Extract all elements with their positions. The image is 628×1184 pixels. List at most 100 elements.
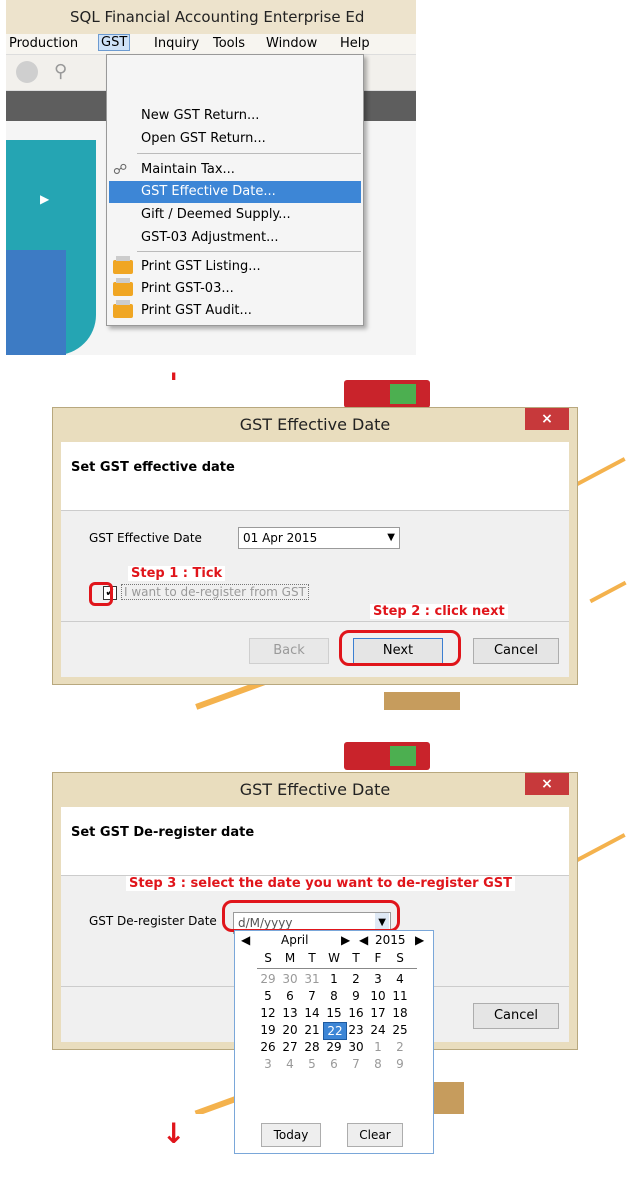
dialog-header: Set GST effective date <box>61 442 569 511</box>
clear-button[interactable]: Clear <box>347 1123 403 1147</box>
gst-dropdown-menu: New GST Return... Open GST Return... ☍ Ma… <box>106 54 364 326</box>
weekday-label: T <box>352 951 360 965</box>
calendar-day[interactable]: 7 <box>345 1056 367 1072</box>
calendar-day[interactable]: 8 <box>323 988 345 1004</box>
prev-year-icon[interactable]: ◀ <box>359 933 368 947</box>
printer-icon <box>113 300 133 318</box>
decorative-stripe <box>589 580 627 604</box>
menu-production[interactable]: Production <box>9 36 78 51</box>
calendar-day[interactable]: 26 <box>257 1039 279 1055</box>
calendar-day[interactable]: 7 <box>301 988 323 1004</box>
step1-label: Step 1 : Tick <box>128 566 226 581</box>
menu-item-gst03-adjustment[interactable]: GST-03 Adjustment... <box>109 227 361 249</box>
calendar-day[interactable]: 5 <box>301 1056 323 1072</box>
calendar-year[interactable]: 2015 <box>375 933 406 947</box>
close-button[interactable]: × <box>525 773 569 795</box>
close-button[interactable]: × <box>525 408 569 430</box>
menu-help[interactable]: Help <box>340 36 370 51</box>
close-record-icon[interactable] <box>16 61 38 83</box>
calendar-day[interactable]: 6 <box>279 988 301 1004</box>
calendar-day[interactable]: 21 <box>301 1022 323 1038</box>
menu-item-print-gst-audit[interactable]: Print GST Audit... <box>109 300 361 322</box>
calendar-day[interactable]: 23 <box>345 1022 367 1038</box>
menu-separator <box>137 251 361 252</box>
calendar-day[interactable]: 4 <box>389 971 411 987</box>
calendar-day[interactable]: 29 <box>323 1039 345 1055</box>
menu-item-gst-effective-date[interactable]: GST Effective Date... <box>109 181 361 203</box>
menu-item-print-gst03[interactable]: Print GST-03... <box>109 278 361 300</box>
back-button[interactable]: Back <box>249 638 329 664</box>
prev-month-icon[interactable]: ◀ <box>241 933 250 947</box>
calendar-day[interactable]: 27 <box>279 1039 301 1055</box>
calendar-day[interactable]: 2 <box>389 1039 411 1055</box>
calendar-day[interactable]: 17 <box>367 1005 389 1021</box>
weekday-label: W <box>328 951 340 965</box>
weekday-label: T <box>308 951 316 965</box>
calendar-month[interactable]: April <box>281 933 308 947</box>
menu-bar: Production GST Inquiry Tools Window Help <box>6 34 416 55</box>
dialog-header: Set GST De-register date <box>61 807 569 876</box>
next-year-icon[interactable]: ▶ <box>415 933 424 947</box>
printer-icon <box>113 256 133 274</box>
menu-item-new-gst-return[interactable]: New GST Return... <box>109 105 361 127</box>
calendar-day[interactable]: 25 <box>389 1022 411 1038</box>
weekday-label: S <box>396 951 404 965</box>
menu-gst[interactable]: GST <box>98 34 131 51</box>
calendar-day[interactable]: 29 <box>257 971 279 987</box>
menu-separator <box>137 153 361 154</box>
step2-highlight <box>339 630 461 666</box>
menu-window[interactable]: Window <box>266 36 317 51</box>
calendar-day[interactable]: 30 <box>345 1039 367 1055</box>
calendar-day[interactable]: 19 <box>257 1022 279 1038</box>
calendar-day[interactable]: 31 <box>301 971 323 987</box>
date-picker-calendar: ◀ April ▶ ◀ 2015 ▶ SMTWTFS 29 30 31 1 2 3 4 5 6 7… <box>234 930 434 1154</box>
search-icon[interactable]: ⚲ <box>54 61 76 83</box>
calendar-day[interactable]: 20 <box>279 1022 301 1038</box>
app-title: SQL Financial Accounting Enterprise Ed <box>70 8 365 26</box>
calendar-day[interactable]: 9 <box>345 988 367 1004</box>
calendar-day[interactable]: 30 <box>279 971 301 987</box>
cancel-button[interactable]: Cancel <box>473 1003 559 1029</box>
chevron-down-icon[interactable]: ▼ <box>387 528 395 548</box>
calendar-day[interactable]: 3 <box>367 971 389 987</box>
calendar-day[interactable]: 1 <box>323 971 345 987</box>
menu-item-open-gst-return[interactable]: Open GST Return... <box>109 128 361 150</box>
calendar-day[interactable]: 14 <box>301 1005 323 1021</box>
calendar-day[interactable]: 28 <box>301 1039 323 1055</box>
menu-item-print-gst-listing[interactable]: Print GST Listing... <box>109 256 361 278</box>
calendar-day[interactable]: 10 <box>367 988 389 1004</box>
next-month-icon[interactable]: ▶ <box>341 933 350 947</box>
calendar-day[interactable]: 15 <box>323 1005 345 1021</box>
book-decoration <box>344 742 430 770</box>
calendar-day[interactable]: 16 <box>345 1005 367 1021</box>
calendar-day[interactable]: 9 <box>389 1056 411 1072</box>
calendar-day[interactable]: 18 <box>389 1005 411 1021</box>
down-arrow-icon: ↓ <box>162 1117 186 1150</box>
calendar-day[interactable]: 22 <box>323 1022 347 1040</box>
calendar-day[interactable]: 3 <box>257 1056 279 1072</box>
calendar-day[interactable]: 11 <box>389 988 411 1004</box>
calendar-day[interactable]: 5 <box>257 988 279 1004</box>
decorative-stripe <box>574 457 626 487</box>
menu-item-gift-deemed-supply[interactable]: Gift / Deemed Supply... <box>109 204 361 226</box>
menu-inquiry[interactable]: Inquiry <box>154 36 199 51</box>
book-decoration <box>344 380 430 408</box>
menu-item-maintain-tax[interactable]: ☍ Maintain Tax... <box>109 159 361 181</box>
deregister-checkbox-label[interactable]: I want to de-register from GST <box>121 584 309 600</box>
calendar-day[interactable]: 1 <box>367 1039 389 1055</box>
calendar-day[interactable]: 6 <box>323 1056 345 1072</box>
effective-date-combo[interactable]: 01 Apr 2015 ▼ <box>238 527 400 549</box>
calendar-day[interactable]: 4 <box>279 1056 301 1072</box>
calendar-day[interactable]: 13 <box>279 1005 301 1021</box>
calendar-day[interactable]: 12 <box>257 1005 279 1021</box>
menu-tools[interactable]: Tools <box>213 36 245 51</box>
decorative-shape <box>6 250 66 355</box>
step1-highlight <box>89 582 113 606</box>
play-icon: ▶ <box>40 192 50 206</box>
calendar-day[interactable]: 24 <box>367 1022 389 1038</box>
cancel-button[interactable]: Cancel <box>473 638 559 664</box>
printer-icon <box>113 278 133 296</box>
today-button[interactable]: Today <box>261 1123 321 1147</box>
calendar-day[interactable]: 2 <box>345 971 367 987</box>
calendar-day[interactable]: 8 <box>367 1056 389 1072</box>
